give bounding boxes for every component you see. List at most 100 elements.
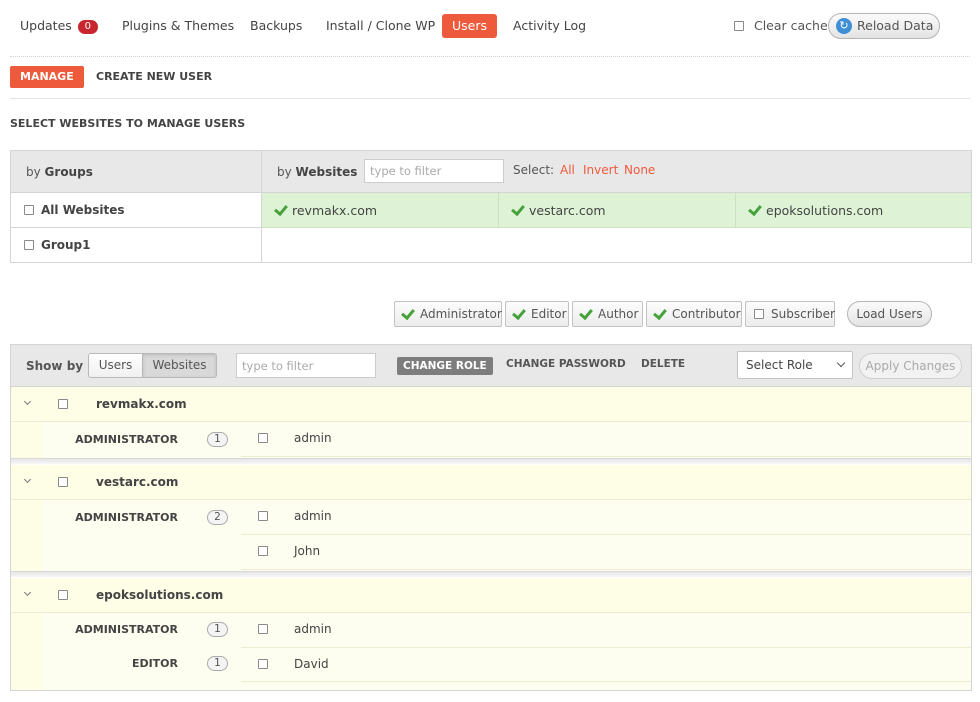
load-users-button[interactable]: Load Users [847,301,932,327]
user-count-badge: 1 [207,622,228,637]
show-by-websites-button[interactable]: Websites [142,353,217,378]
role-filter-administrator[interactable]: Administrator [394,301,502,327]
select-none-link[interactable]: None [624,163,655,177]
site-name: vestarc.com [96,475,179,489]
website-option[interactable]: vestarc.com [499,193,736,228]
nav-activity-log[interactable]: Activity Log [513,14,586,38]
clear-cache-toggle[interactable]: Clear cache [734,14,828,38]
tab-manage[interactable]: MANAGE [10,66,84,88]
check-icon [274,204,286,216]
select-role-value: Select Role [746,358,813,372]
reload-data-button[interactable]: ↻ Reload Data [828,13,940,39]
select-role-dropdown[interactable]: Select Role [737,351,853,379]
site-block: revmakx.com ADMINISTRATOR 1 admin [11,387,971,458]
chevron-down-icon [836,358,846,368]
user-row[interactable]: admin [241,500,971,535]
nav-updates[interactable]: Updates 0 [20,14,98,38]
user-count-badge: 1 [207,656,228,671]
role-filter-label: Editor [531,307,567,321]
role-label: ADMINISTRATOR [75,511,178,524]
by-groups-prefix: by [26,165,41,179]
site-name: epoksolutions.com [96,588,224,602]
role-filter-label: Subscriber [771,307,835,321]
check-icon [512,308,524,320]
selector-header: by Groups by Websites Select: All Invert… [11,151,971,193]
tab-create-new-user[interactable]: CREATE NEW USER [96,66,212,88]
role-filter-label: Author [598,307,639,321]
site-header: epoksolutions.com [11,578,971,613]
website-filter-input[interactable] [364,159,504,183]
user-row[interactable]: admin [241,613,971,648]
user-checkbox[interactable] [258,511,268,521]
by-websites-heading: by Websites [277,165,357,179]
select-invert-link[interactable]: Invert [583,163,618,177]
role-filter-subscriber[interactable]: Subscriber [745,301,835,327]
website-option[interactable]: revmakx.com [262,193,499,228]
users-toolbar: Show by Users Websites CHANGE ROLE CHANG… [11,345,971,387]
role-filter-checkbox[interactable] [754,309,764,319]
nav-install-clone[interactable]: Install / Clone WP [326,14,435,38]
users-panel: Show by Users Websites CHANGE ROLE CHANG… [10,344,972,691]
by-websites-prefix: by [277,165,292,179]
subtab-divider [10,98,970,99]
group-checkbox[interactable] [24,240,34,250]
site-header: vestarc.com [11,465,971,500]
role-filter-editor[interactable]: Editor [505,301,569,327]
select-all-link[interactable]: All [560,163,575,177]
user-count-badge: 2 [207,510,228,525]
check-icon [579,308,591,320]
user-checkbox[interactable] [258,624,268,634]
role-filter-contributor[interactable]: Contributor [646,301,742,327]
refresh-icon: ↻ [836,18,852,34]
chevron-down-icon[interactable] [23,397,32,406]
group-row[interactable]: Group1 [11,228,261,263]
user-name: admin [294,622,332,636]
role-filter-author[interactable]: Author [572,301,643,327]
apply-changes-button[interactable]: Apply Changes [859,353,962,379]
nav-backups[interactable]: Backups [250,14,302,38]
group-row[interactable]: All Websites [11,193,261,228]
section-title: SELECT WEBSITES TO MANAGE USERS [10,117,246,130]
top-nav: Updates 0 Plugins & Themes Backups Instal… [10,13,970,40]
site-checkbox[interactable] [58,399,68,409]
site-name: revmakx.com [96,397,187,411]
user-row[interactable]: David [241,648,971,682]
nav-plugins-themes[interactable]: Plugins & Themes [122,14,234,38]
block-separator [11,458,971,464]
role-label: ADMINISTRATOR [75,433,178,446]
role-label: ADMINISTRATOR [75,623,178,636]
user-row[interactable]: admin [241,422,971,457]
check-icon [401,308,413,320]
chevron-down-icon[interactable] [23,588,32,597]
role-label: EDITOR [131,657,178,670]
website-option-name: epoksolutions.com [766,203,884,218]
clear-cache-checkbox[interactable] [734,21,744,31]
site-checkbox[interactable] [58,590,68,600]
by-groups-heading: by Groups [26,165,93,179]
user-name: David [294,657,329,671]
change-role-button[interactable]: CHANGE ROLE [397,357,493,375]
check-icon [653,308,665,320]
user-row[interactable]: John [241,535,971,570]
change-password-button[interactable]: CHANGE PASSWORD [506,358,626,370]
nav-users[interactable]: Users [442,14,498,38]
check-icon [511,204,523,216]
site-block: epoksolutions.com ADMINISTRATOR 1 admin … [11,578,971,690]
user-checkbox[interactable] [258,659,268,669]
user-count-badge: 1 [207,432,228,447]
by-websites-label: Websites [295,165,358,179]
user-checkbox[interactable] [258,546,268,556]
website-option[interactable]: epoksolutions.com [736,193,971,228]
nav-updates-label: Updates [20,18,72,33]
chevron-down-icon[interactable] [23,475,32,484]
reload-data-label: Reload Data [857,18,934,33]
show-by-users-button[interactable]: Users [88,353,143,378]
user-name: John [294,544,321,558]
by-groups-label: Groups [44,165,93,179]
website-option-name: vestarc.com [529,203,606,218]
user-filter-input[interactable] [236,353,376,378]
group-checkbox[interactable] [24,205,34,215]
delete-button[interactable]: DELETE [641,358,685,370]
site-checkbox[interactable] [58,477,68,487]
user-checkbox[interactable] [258,433,268,443]
